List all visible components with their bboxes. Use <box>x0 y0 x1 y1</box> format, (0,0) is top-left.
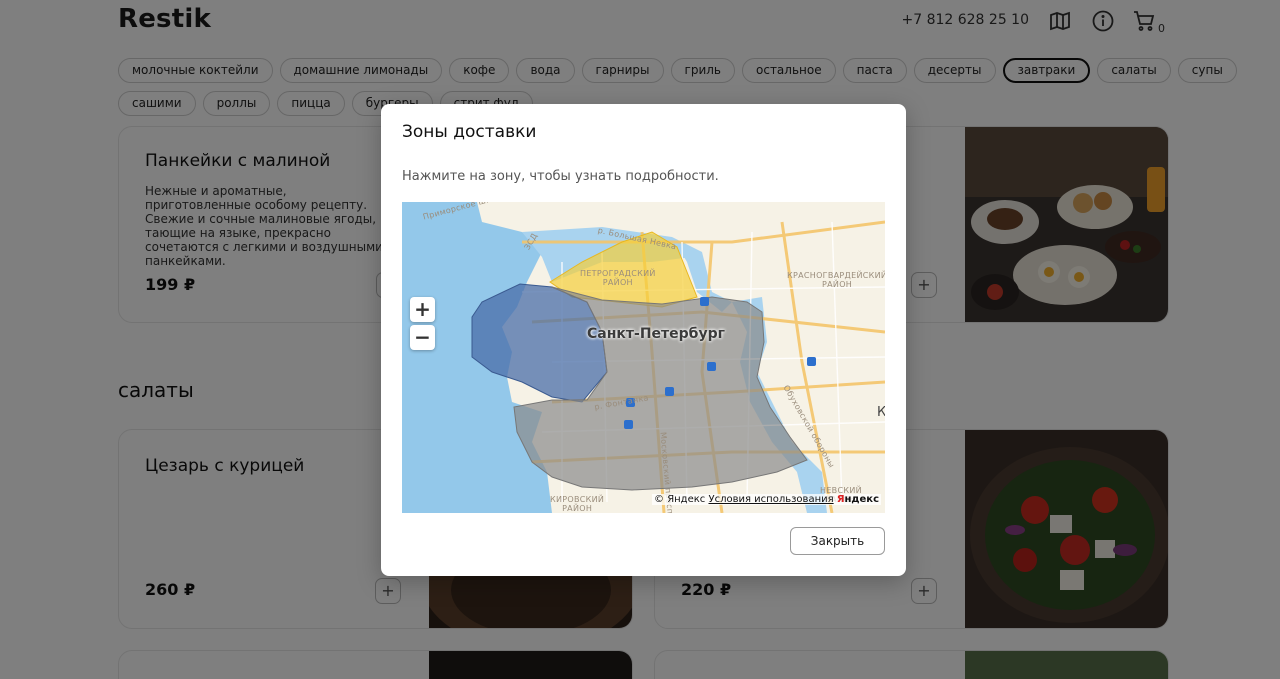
map-district-label: ПЕТРОГРАДСКИЙ РАЙОН <box>580 269 656 287</box>
map-district-label: КИРОВСКИЙ РАЙОН <box>550 495 605 513</box>
map-city-label: Санкт-Петербург <box>587 326 725 342</box>
map-attribution: © Яндекс Условия использования Яндекс <box>652 494 881 505</box>
zoom-in-button[interactable]: + <box>410 297 435 322</box>
map-edge-label: К <box>877 405 885 420</box>
modal-title: Зоны доставки <box>402 122 537 142</box>
map-district-label: КРАСНОГВАРДЕЙСКИЙ РАЙОН <box>787 271 885 289</box>
modal-subtitle: Нажмите на зону, чтобы узнать подробност… <box>402 169 719 184</box>
map-terms-link[interactable]: Условия использования <box>708 494 833 505</box>
map-canvas <box>402 202 885 513</box>
delivery-zones-modal: Зоны доставки Нажмите на зону, чтобы узн… <box>381 104 906 576</box>
map-copyright: © Яндекс <box>654 494 706 505</box>
yandex-logo-rest[interactable]: ндекс <box>845 494 879 505</box>
yandex-logo[interactable]: Я <box>837 494 845 505</box>
close-button[interactable]: Закрыть <box>790 527 885 555</box>
zoom-out-button[interactable]: − <box>410 325 435 350</box>
delivery-map[interactable]: + − Санкт-Петербург ПЕТРОГРАДСКИЙ РАЙОН К… <box>402 202 885 513</box>
